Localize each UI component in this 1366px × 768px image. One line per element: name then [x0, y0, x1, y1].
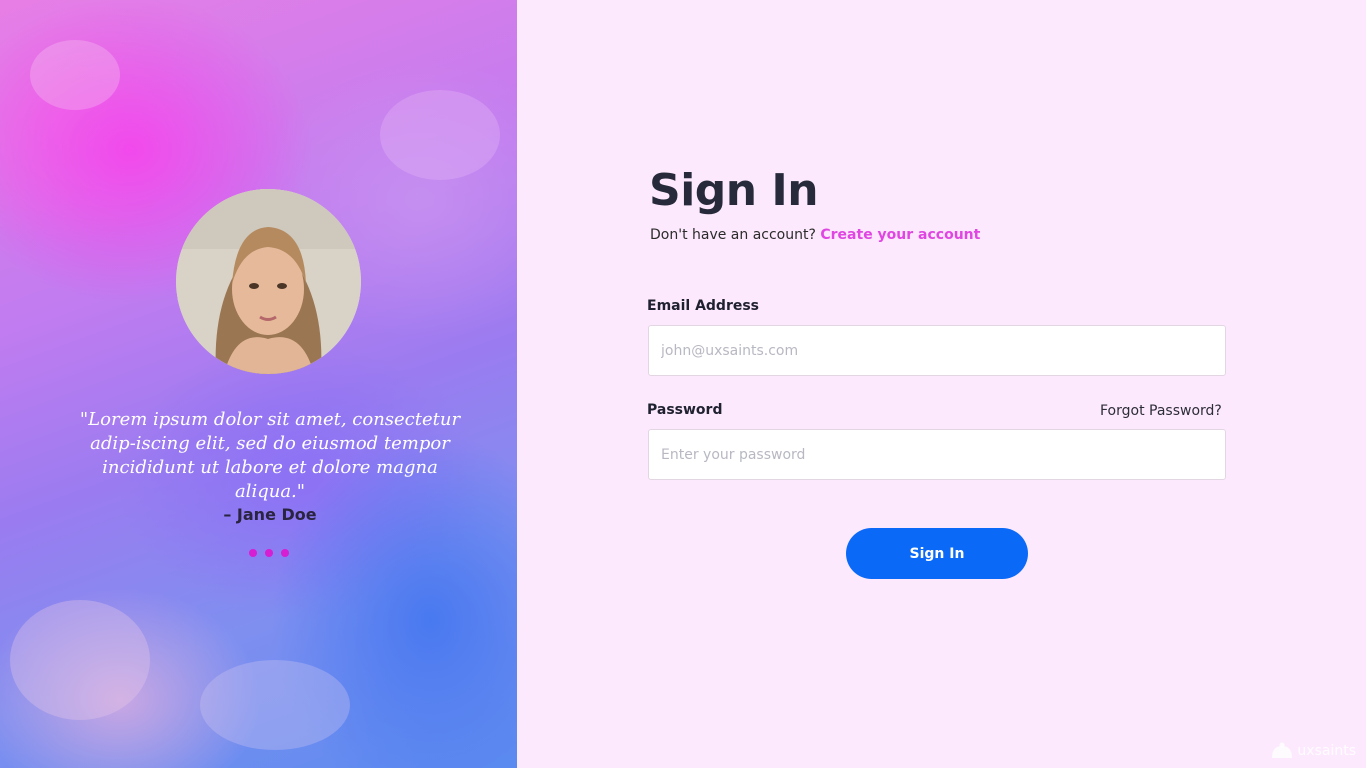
carousel-dot-2[interactable]: [265, 549, 273, 557]
watercolor-speck: [30, 40, 120, 110]
brand-name: uxsaints: [1297, 743, 1356, 759]
brand-watermark: uxsaints: [1270, 742, 1356, 760]
signup-prompt-text: Don't have an account?: [650, 227, 816, 243]
testimonial-author: – Jane Doe: [223, 505, 317, 524]
watercolor-speck: [10, 600, 150, 720]
avatar: [176, 189, 361, 374]
email-label: Email Address: [647, 298, 760, 314]
watercolor-speck: [200, 660, 350, 750]
carousel-dots: [249, 549, 289, 557]
carousel-dot-3[interactable]: [281, 549, 289, 557]
testimonial-quote: "Lorem ipsum dolor sit amet, consectetur…: [79, 409, 461, 502]
sign-in-button[interactable]: Sign In: [846, 528, 1028, 579]
carousel-dot-1[interactable]: [249, 549, 257, 557]
email-field[interactable]: [648, 325, 1226, 376]
signup-prompt: Don't have an account? Create your accou…: [650, 227, 980, 243]
password-field[interactable]: [648, 429, 1226, 480]
forgot-password-link[interactable]: Forgot Password?: [1100, 403, 1222, 419]
uxsaints-logo-icon: [1272, 742, 1293, 758]
password-label: Password: [647, 402, 723, 418]
create-account-link[interactable]: Create your account: [820, 227, 980, 243]
portrait-image: [176, 189, 361, 374]
testimonial-panel: "Lorem ipsum dolor sit amet, consectetur…: [0, 0, 517, 768]
watercolor-speck: [380, 90, 500, 180]
page-title: Sign In: [649, 165, 819, 216]
